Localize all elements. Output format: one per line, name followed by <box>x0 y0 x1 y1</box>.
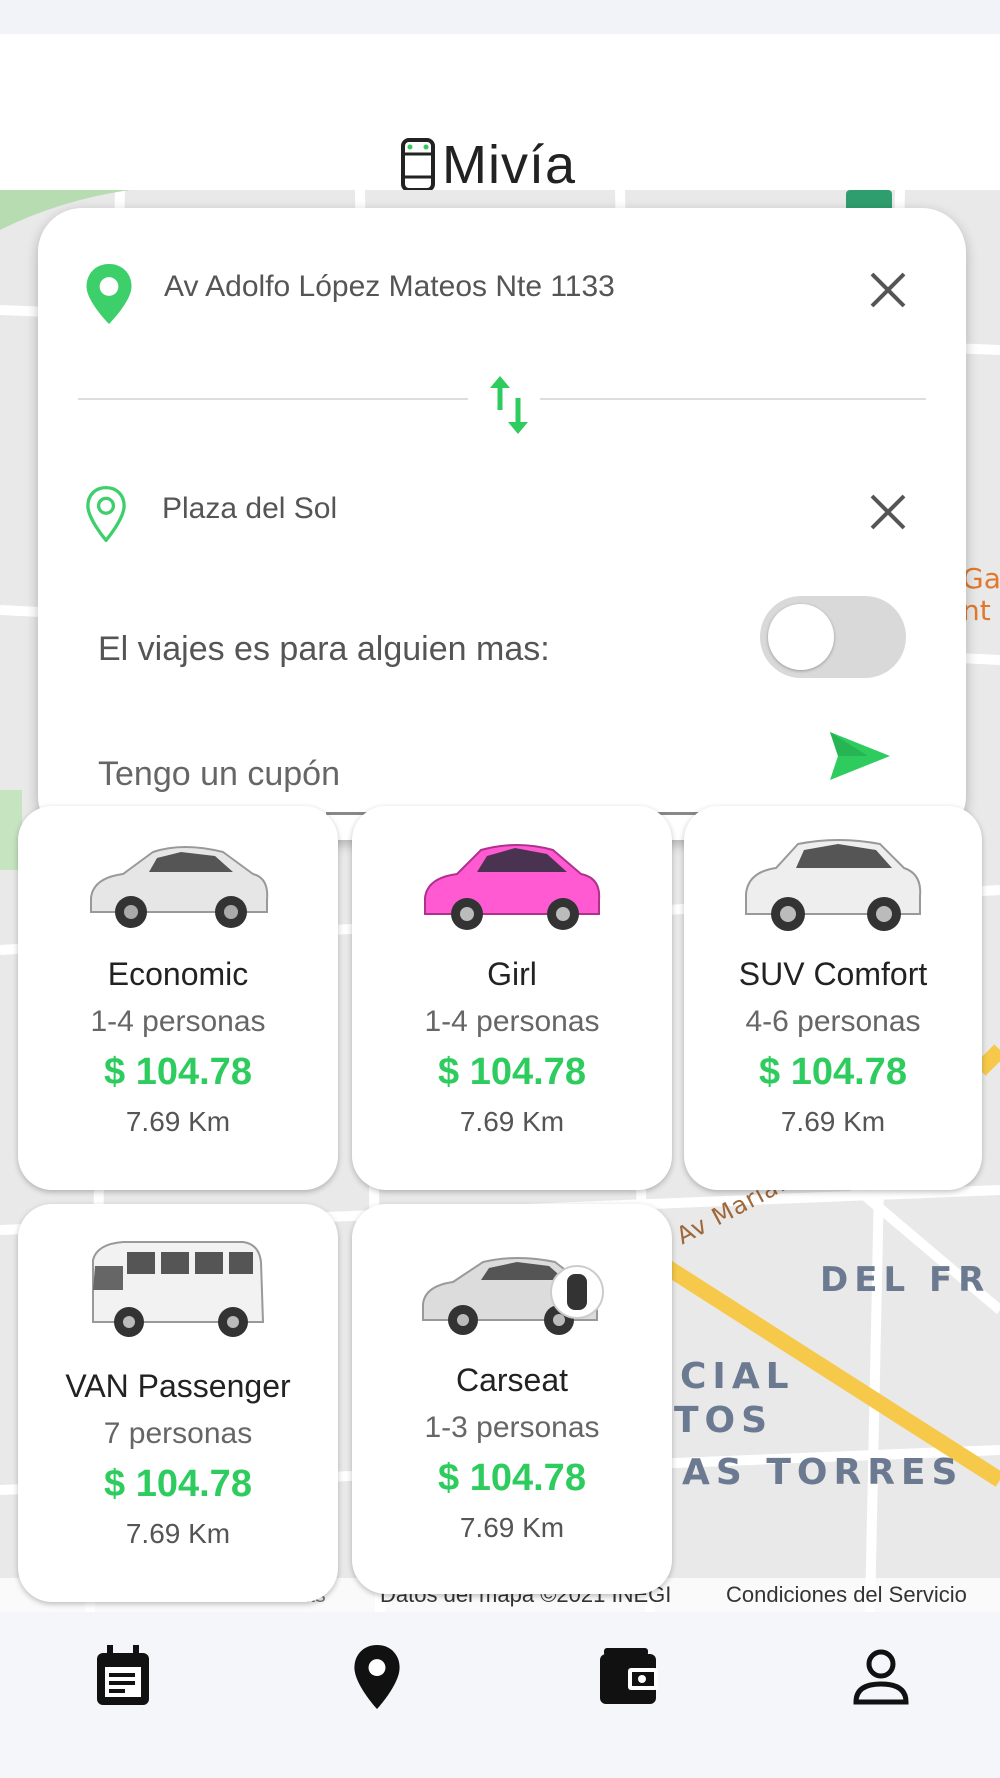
vehicle-card-economic[interactable]: Economic 1-4 personas $ 104.78 7.69 Km <box>18 806 338 1190</box>
destination-address[interactable]: Plaza del Sol <box>162 492 337 526</box>
apply-coupon-button[interactable] <box>828 728 898 798</box>
swap-route-button[interactable] <box>486 376 534 436</box>
sedan-car-icon <box>90 846 269 928</box>
vehicle-price: $ 104.78 <box>104 1463 252 1505</box>
status-bar <box>0 0 1000 34</box>
origin-pin-icon <box>86 264 132 324</box>
wallet-icon <box>600 1648 658 1704</box>
nav-profile-button[interactable] <box>836 1632 926 1722</box>
app-name: Mivía <box>442 135 577 195</box>
vehicle-name: Carseat <box>455 1362 569 1398</box>
vehicle-name: Girl <box>487 956 537 992</box>
vehicle-card-carseat[interactable]: Carseat 1-3 personas $ 104.78 7.69 Km <box>352 1204 672 1594</box>
app-logo: Mivía <box>400 134 576 196</box>
nav-map-button[interactable] <box>332 1632 422 1722</box>
vehicle-name: VAN Passenger <box>65 1368 291 1404</box>
profile-icon <box>853 1649 909 1705</box>
vehicle-distance: 7.69 Km <box>125 1106 231 1137</box>
swap-arrows-icon <box>490 376 528 434</box>
route-divider-left <box>78 398 468 400</box>
close-icon <box>870 494 906 530</box>
vehicle-distance: 7.69 Km <box>459 1512 565 1543</box>
send-icon <box>830 732 890 780</box>
app-header: Mivía <box>0 34 1000 195</box>
destination-pin-icon <box>86 486 126 542</box>
carseat-car-icon <box>422 1257 604 1335</box>
close-icon <box>870 272 906 308</box>
route-divider-right <box>540 398 926 400</box>
vehicle-capacity: 1-3 personas <box>424 1411 600 1444</box>
calendar-icon <box>97 1645 149 1705</box>
map-label-tos: TOS <box>674 1400 774 1441</box>
route-card: Av Adolfo López Mateos Nte 1133 Plaza de… <box>38 208 966 840</box>
vehicle-capacity: 1-4 personas <box>90 1005 266 1038</box>
toggle-knob <box>768 604 834 670</box>
vehicle-price: $ 104.78 <box>438 1457 586 1499</box>
map-label-del-fr: DEL FR <box>820 1260 991 1300</box>
vehicle-name: Economic <box>107 956 249 992</box>
map-label-ga: Ga <box>962 562 1000 595</box>
map-label-nt: nt <box>962 594 991 627</box>
map-label-cial: CIAL <box>680 1356 795 1397</box>
origin-address[interactable]: Av Adolfo López Mateos Nte 1133 <box>164 270 615 304</box>
location-pin-icon <box>354 1645 400 1709</box>
nav-trips-button[interactable] <box>78 1632 168 1722</box>
vehicle-distance: 7.69 Km <box>459 1106 565 1137</box>
coupon-input[interactable] <box>98 744 818 804</box>
someone-else-toggle[interactable] <box>760 596 906 678</box>
map-terms-link[interactable]: Condiciones del Servicio <box>726 1582 967 1608</box>
clear-destination-button[interactable] <box>860 484 916 540</box>
vehicle-capacity: 7 personas <box>103 1417 253 1450</box>
clear-origin-button[interactable] <box>860 262 916 318</box>
vehicle-price: $ 104.78 <box>759 1051 907 1093</box>
car-logo-icon <box>401 138 435 192</box>
pink-car-icon <box>424 844 601 930</box>
map-label-as-torres: AS TORRES <box>682 1452 964 1493</box>
vehicle-distance: 7.69 Km <box>780 1106 886 1137</box>
vehicle-card-suv-comfort[interactable]: SUV Comfort 4-6 personas $ 104.78 7.69 K… <box>684 806 982 1190</box>
vehicle-capacity: 4-6 personas <box>745 1005 921 1038</box>
vehicle-price: $ 104.78 <box>438 1051 586 1093</box>
suv-car-icon <box>745 839 922 931</box>
vehicle-capacity: 1-4 personas <box>424 1005 600 1038</box>
bottom-nav <box>0 1612 1000 1778</box>
nav-wallet-button[interactable] <box>584 1632 674 1722</box>
vehicle-name: SUV Comfort <box>738 956 928 992</box>
vehicle-price: $ 104.78 <box>104 1051 252 1093</box>
vehicle-distance: 7.69 Km <box>125 1518 231 1549</box>
vehicle-card-girl[interactable]: Girl 1-4 personas $ 104.78 7.69 Km <box>352 806 672 1190</box>
van-icon <box>92 1241 265 1337</box>
vehicle-card-van-passenger[interactable]: VAN Passenger 7 personas $ 104.78 7.69 K… <box>18 1204 338 1602</box>
someone-else-label: El viajes es para alguien mas: <box>98 630 550 668</box>
